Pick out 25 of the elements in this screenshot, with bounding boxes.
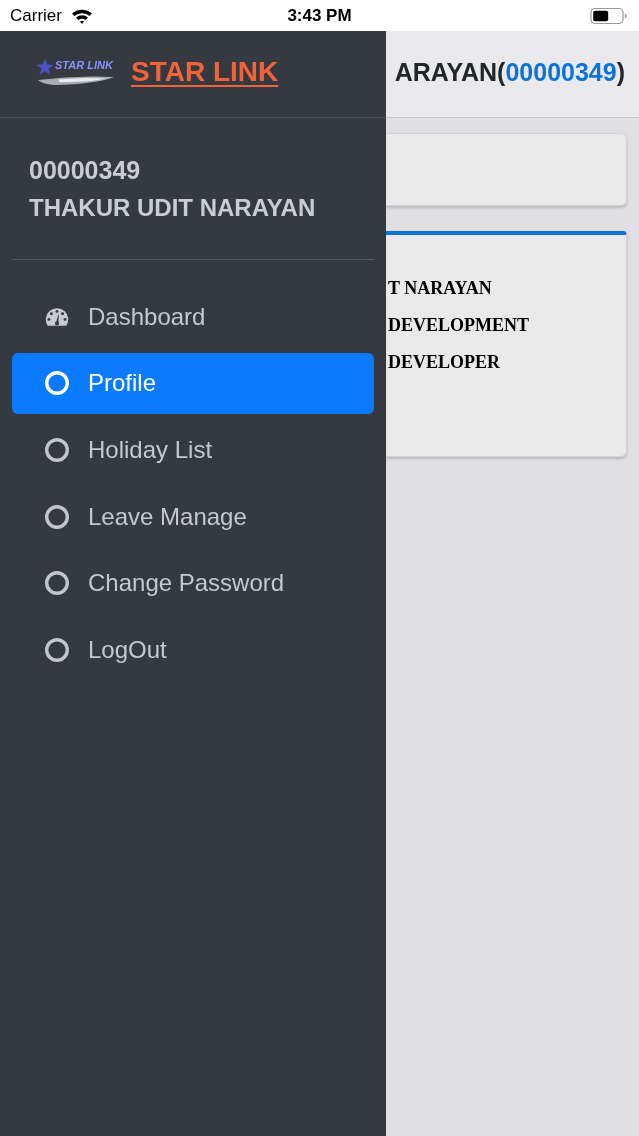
circle-icon: [45, 437, 69, 462]
page-title: ARAYAN(00000349): [394, 57, 625, 89]
status-time: 3:43 PM: [287, 4, 352, 27]
logo-text: STAR LINK: [55, 59, 113, 72]
menu-item[interactable]: Holiday List: [12, 419, 374, 481]
profile-detail: DEVELOPER: [388, 351, 502, 374]
circle-icon: [45, 571, 69, 596]
employee-name: THAKUR UDIT NARAYAN: [29, 193, 317, 223]
circle-icon: [45, 371, 69, 396]
carrier-label: Carrier: [10, 4, 62, 27]
brand-link[interactable]: STAR LINK: [131, 51, 279, 93]
star-icon: [36, 58, 54, 76]
menu-item[interactable]: LogOut: [12, 619, 374, 681]
profile-detail: DEVELOPMENT: [388, 314, 530, 337]
menu-item[interactable]: Dashboard: [12, 286, 374, 347]
menu-item[interactable]: Leave Manage: [12, 486, 374, 548]
employee-id: 00000349: [29, 155, 142, 185]
circle-icon: [45, 637, 69, 662]
profile-detail: T NARAYAN: [388, 277, 493, 300]
menu-item[interactable]: Profile: [12, 352, 374, 414]
wifi-icon: [70, 7, 93, 24]
swoosh-icon: [36, 74, 116, 86]
battery-icon: [590, 6, 628, 25]
menu-item[interactable]: Change Password: [12, 552, 374, 614]
circle-icon: [45, 504, 69, 529]
